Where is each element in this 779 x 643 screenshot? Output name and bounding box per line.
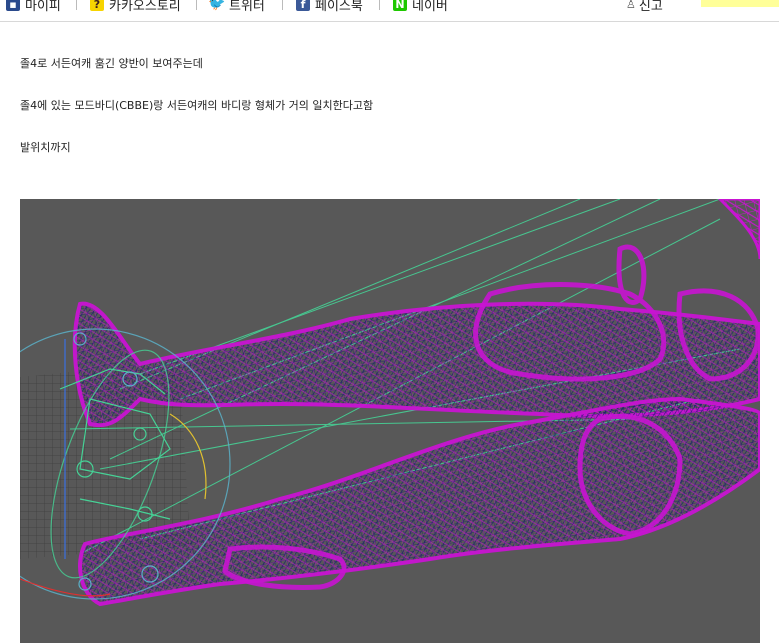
divider	[282, 0, 283, 10]
share-facebook-label: 페이스북	[315, 0, 363, 14]
post-paragraph: 발위치까지	[20, 141, 71, 154]
divider	[379, 0, 380, 10]
divider	[76, 0, 77, 10]
report-label: 신고	[638, 0, 663, 14]
divider	[196, 0, 197, 10]
twitter-icon: 🐦	[208, 0, 226, 12]
share-facebook-button[interactable]: f 페이스북	[296, 0, 363, 14]
share-kakaostory-label: 카카오스토리	[109, 0, 181, 14]
post-paragraph: 졸4로 서든여캐 훔긴 양반이 보여주는데	[20, 57, 203, 70]
share-mypi-label: 마이피	[25, 0, 61, 14]
facebook-icon: f	[296, 0, 310, 11]
naver-icon: N	[393, 0, 407, 11]
share-twitter-label: 트위터	[229, 0, 265, 14]
share-naver-label: 네이버	[412, 0, 448, 14]
mypi-icon: ▪	[6, 0, 20, 11]
post-paragraph: 졸4에 있는 모드바디(CBBE)랑 서든여캐의 바디랑 형체가 거의 일치한다…	[20, 99, 374, 112]
highlight-box	[701, 0, 779, 7]
report-button[interactable]: ♙ 신고	[626, 0, 663, 14]
share-naver-button[interactable]: N 네이버	[393, 0, 448, 14]
share-mypi-button[interactable]: ▪ 마이피	[6, 0, 61, 14]
3d-wireframe-legs-viewport	[20, 199, 760, 643]
post-image[interactable]	[20, 199, 760, 643]
share-bar: ▪ 마이피 ? 카카오스토리 🐦 트위터 f 페이스북 N 네이버 ♙ 신고	[0, 0, 779, 22]
report-icon: ♙	[626, 0, 636, 11]
kakaostory-icon: ?	[90, 0, 104, 11]
share-twitter-button[interactable]: 🐦 트위터	[208, 0, 265, 14]
share-kakaostory-button[interactable]: ? 카카오스토리	[90, 0, 181, 14]
